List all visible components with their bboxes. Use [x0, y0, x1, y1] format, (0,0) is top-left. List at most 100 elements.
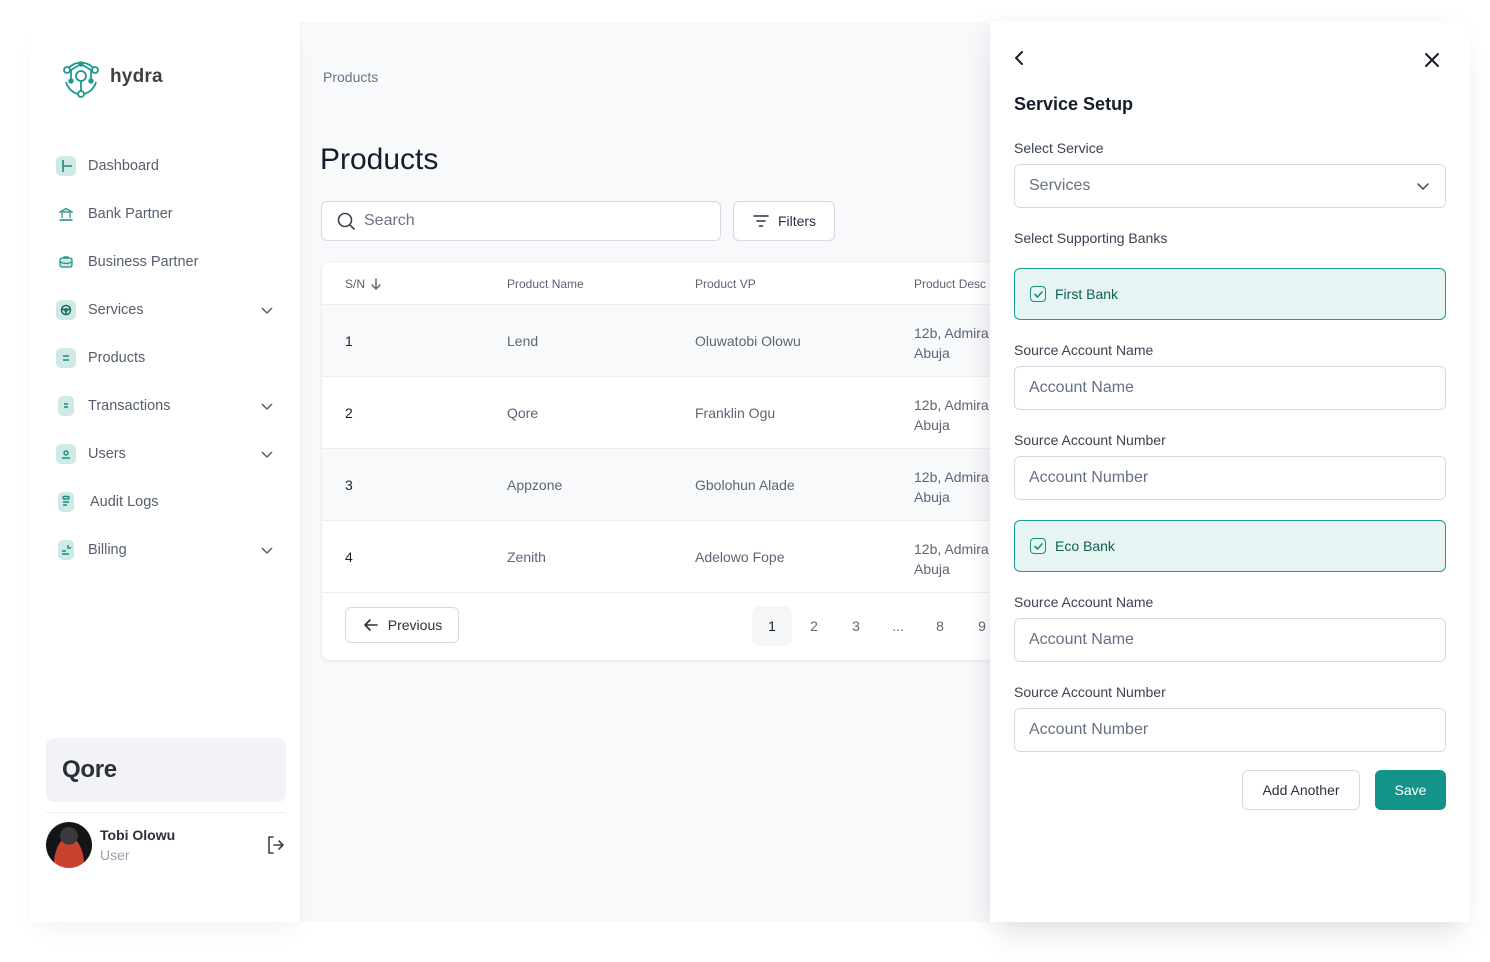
source-account-name-field[interactable]	[1014, 366, 1446, 410]
account-name-input[interactable]	[1029, 631, 1431, 649]
sidebar-item-label: Products	[88, 350, 146, 366]
user-role: User	[100, 847, 130, 863]
chevron-down-icon[interactable]	[260, 399, 274, 413]
sidebar-nav: Dashboard Bank Partner Business Partner …	[56, 142, 276, 574]
page-button[interactable]: 2	[794, 606, 834, 646]
checkbox[interactable]	[1030, 286, 1046, 302]
previous-label: Previous	[387, 617, 443, 633]
bank-icon	[56, 204, 76, 224]
table-row[interactable]: 4 Zenith Adelowo Fope 12b, Admira Abuja	[322, 521, 1020, 593]
sidebar-item-label: Audit Logs	[90, 494, 159, 510]
chevron-down-icon[interactable]	[260, 447, 274, 461]
source-account-number-label: Source Account Number	[1014, 684, 1166, 700]
filters-label: Filters	[777, 213, 817, 229]
page-button[interactable]: 1	[752, 606, 792, 646]
bank-name: Eco Bank	[1055, 538, 1115, 554]
organization-name: Qore	[62, 756, 117, 783]
sidebar-item-users[interactable]: Users	[56, 430, 276, 478]
sidebar-item-audit-logs[interactable]: Audit Logs	[56, 478, 276, 526]
bank-option-eco-bank[interactable]: Eco Bank	[1014, 520, 1446, 572]
account-name-input[interactable]	[1029, 379, 1431, 397]
back-icon[interactable]	[1010, 48, 1030, 68]
cell-sn: 2	[345, 405, 353, 421]
products-table: S/N Product Name Product VP Product Desc…	[321, 261, 1021, 661]
breadcrumb[interactable]: Products	[323, 69, 378, 85]
table-header: S/N Product Name Product VP Product Desc	[322, 262, 1020, 305]
sidebar-item-label: Business Partner	[88, 254, 199, 270]
divider	[46, 812, 286, 813]
filters-button[interactable]: Filters	[733, 201, 835, 241]
user-icon	[56, 444, 76, 464]
cell-product-name: Appzone	[507, 477, 563, 493]
page-button[interactable]: 3	[836, 606, 876, 646]
page-button[interactable]: 8	[920, 606, 960, 646]
user-name: Tobi Olowu	[100, 827, 176, 843]
source-account-name-label: Source Account Name	[1014, 594, 1154, 610]
filter-icon	[753, 215, 769, 227]
sidebar-item-label: Transactions	[88, 398, 171, 414]
avatar[interactable]	[46, 822, 92, 868]
select-service-label: Select Service	[1014, 140, 1104, 156]
service-select-value: Services	[1029, 177, 1091, 194]
account-number-input[interactable]	[1029, 469, 1431, 487]
billing-icon	[58, 540, 74, 560]
chevron-down-icon[interactable]	[260, 303, 274, 317]
sidebar-item-label: Billing	[88, 542, 127, 558]
bank-option-first-bank[interactable]: First Bank	[1014, 268, 1446, 320]
sidebar-item-business-partner[interactable]: Business Partner	[56, 238, 276, 286]
dashboard-icon	[56, 156, 76, 176]
column-header-product-vp: Product VP	[695, 277, 756, 291]
source-account-number-label: Source Account Number	[1014, 432, 1166, 448]
save-button[interactable]: Save	[1375, 770, 1446, 810]
hydra-logo-icon	[63, 61, 99, 98]
source-account-number-field[interactable]	[1014, 708, 1446, 752]
sidebar-item-bank-partner[interactable]: Bank Partner	[56, 190, 276, 238]
source-account-number-field[interactable]	[1014, 456, 1446, 500]
column-header-sn[interactable]: S/N	[345, 277, 383, 291]
sidebar-item-label: Users	[88, 446, 126, 462]
column-header-product-name: Product Name	[507, 277, 584, 291]
checkbox[interactable]	[1030, 538, 1046, 554]
cell-sn: 4	[345, 549, 353, 565]
pagination: 1 2 3 ... 8 9	[752, 606, 1004, 646]
sidebar-item-products[interactable]: Products	[56, 334, 276, 382]
cell-product-vp: Oluwatobi Olowu	[695, 333, 801, 349]
sidebar-item-billing[interactable]: Billing	[56, 526, 276, 574]
app-name: hydra	[110, 66, 163, 87]
search-box[interactable]	[321, 201, 721, 241]
checkmark-icon	[1033, 542, 1043, 550]
products-icon	[56, 348, 76, 368]
cell-sn: 3	[345, 477, 353, 493]
logo[interactable]: hydra	[58, 54, 163, 100]
add-another-button[interactable]: Add Another	[1242, 770, 1360, 810]
drawer-title: Service Setup	[1014, 94, 1134, 114]
cell-product-vp: Adelowo Fope	[695, 549, 785, 565]
cell-sn: 1	[345, 333, 353, 349]
previous-page-button[interactable]: Previous	[345, 607, 459, 643]
close-icon[interactable]	[1422, 50, 1442, 70]
sidebar-item-transactions[interactable]: Transactions	[56, 382, 276, 430]
sort-arrow-down-icon[interactable]	[369, 277, 383, 291]
services-icon	[56, 300, 76, 320]
sidebar-item-dashboard[interactable]: Dashboard	[56, 142, 276, 190]
source-account-name-label: Source Account Name	[1014, 342, 1154, 358]
arrow-left-icon	[363, 619, 378, 631]
table-row[interactable]: 1 Lend Oluwatobi Olowu 12b, Admira Abuja	[322, 305, 1020, 377]
search-input[interactable]	[364, 212, 704, 230]
organization-switcher[interactable]: Qore	[46, 738, 286, 802]
service-select[interactable]: Services	[1014, 164, 1446, 208]
cell-product-name: Qore	[507, 405, 539, 421]
cell-product-vp: Franklin Ogu	[695, 405, 776, 421]
service-setup-drawer: Service Setup Select Service Services Se…	[990, 22, 1470, 922]
sidebar-item-services[interactable]: Services	[56, 286, 276, 334]
table-row[interactable]: 3 Appzone Gbolohun Alade 12b, Admira Abu…	[322, 449, 1020, 521]
checkmark-icon	[1033, 290, 1043, 298]
table-row[interactable]: 2 Qore Franklin Ogu 12b, Admira Abuja	[322, 377, 1020, 449]
sidebar-item-label: Services	[88, 302, 144, 318]
account-number-input[interactable]	[1029, 721, 1431, 739]
cell-product-name: Lend	[507, 333, 539, 349]
logout-icon[interactable]	[264, 834, 286, 856]
chevron-down-icon[interactable]	[260, 543, 274, 557]
source-account-name-field[interactable]	[1014, 618, 1446, 662]
cell-product-name: Zenith	[507, 549, 546, 565]
